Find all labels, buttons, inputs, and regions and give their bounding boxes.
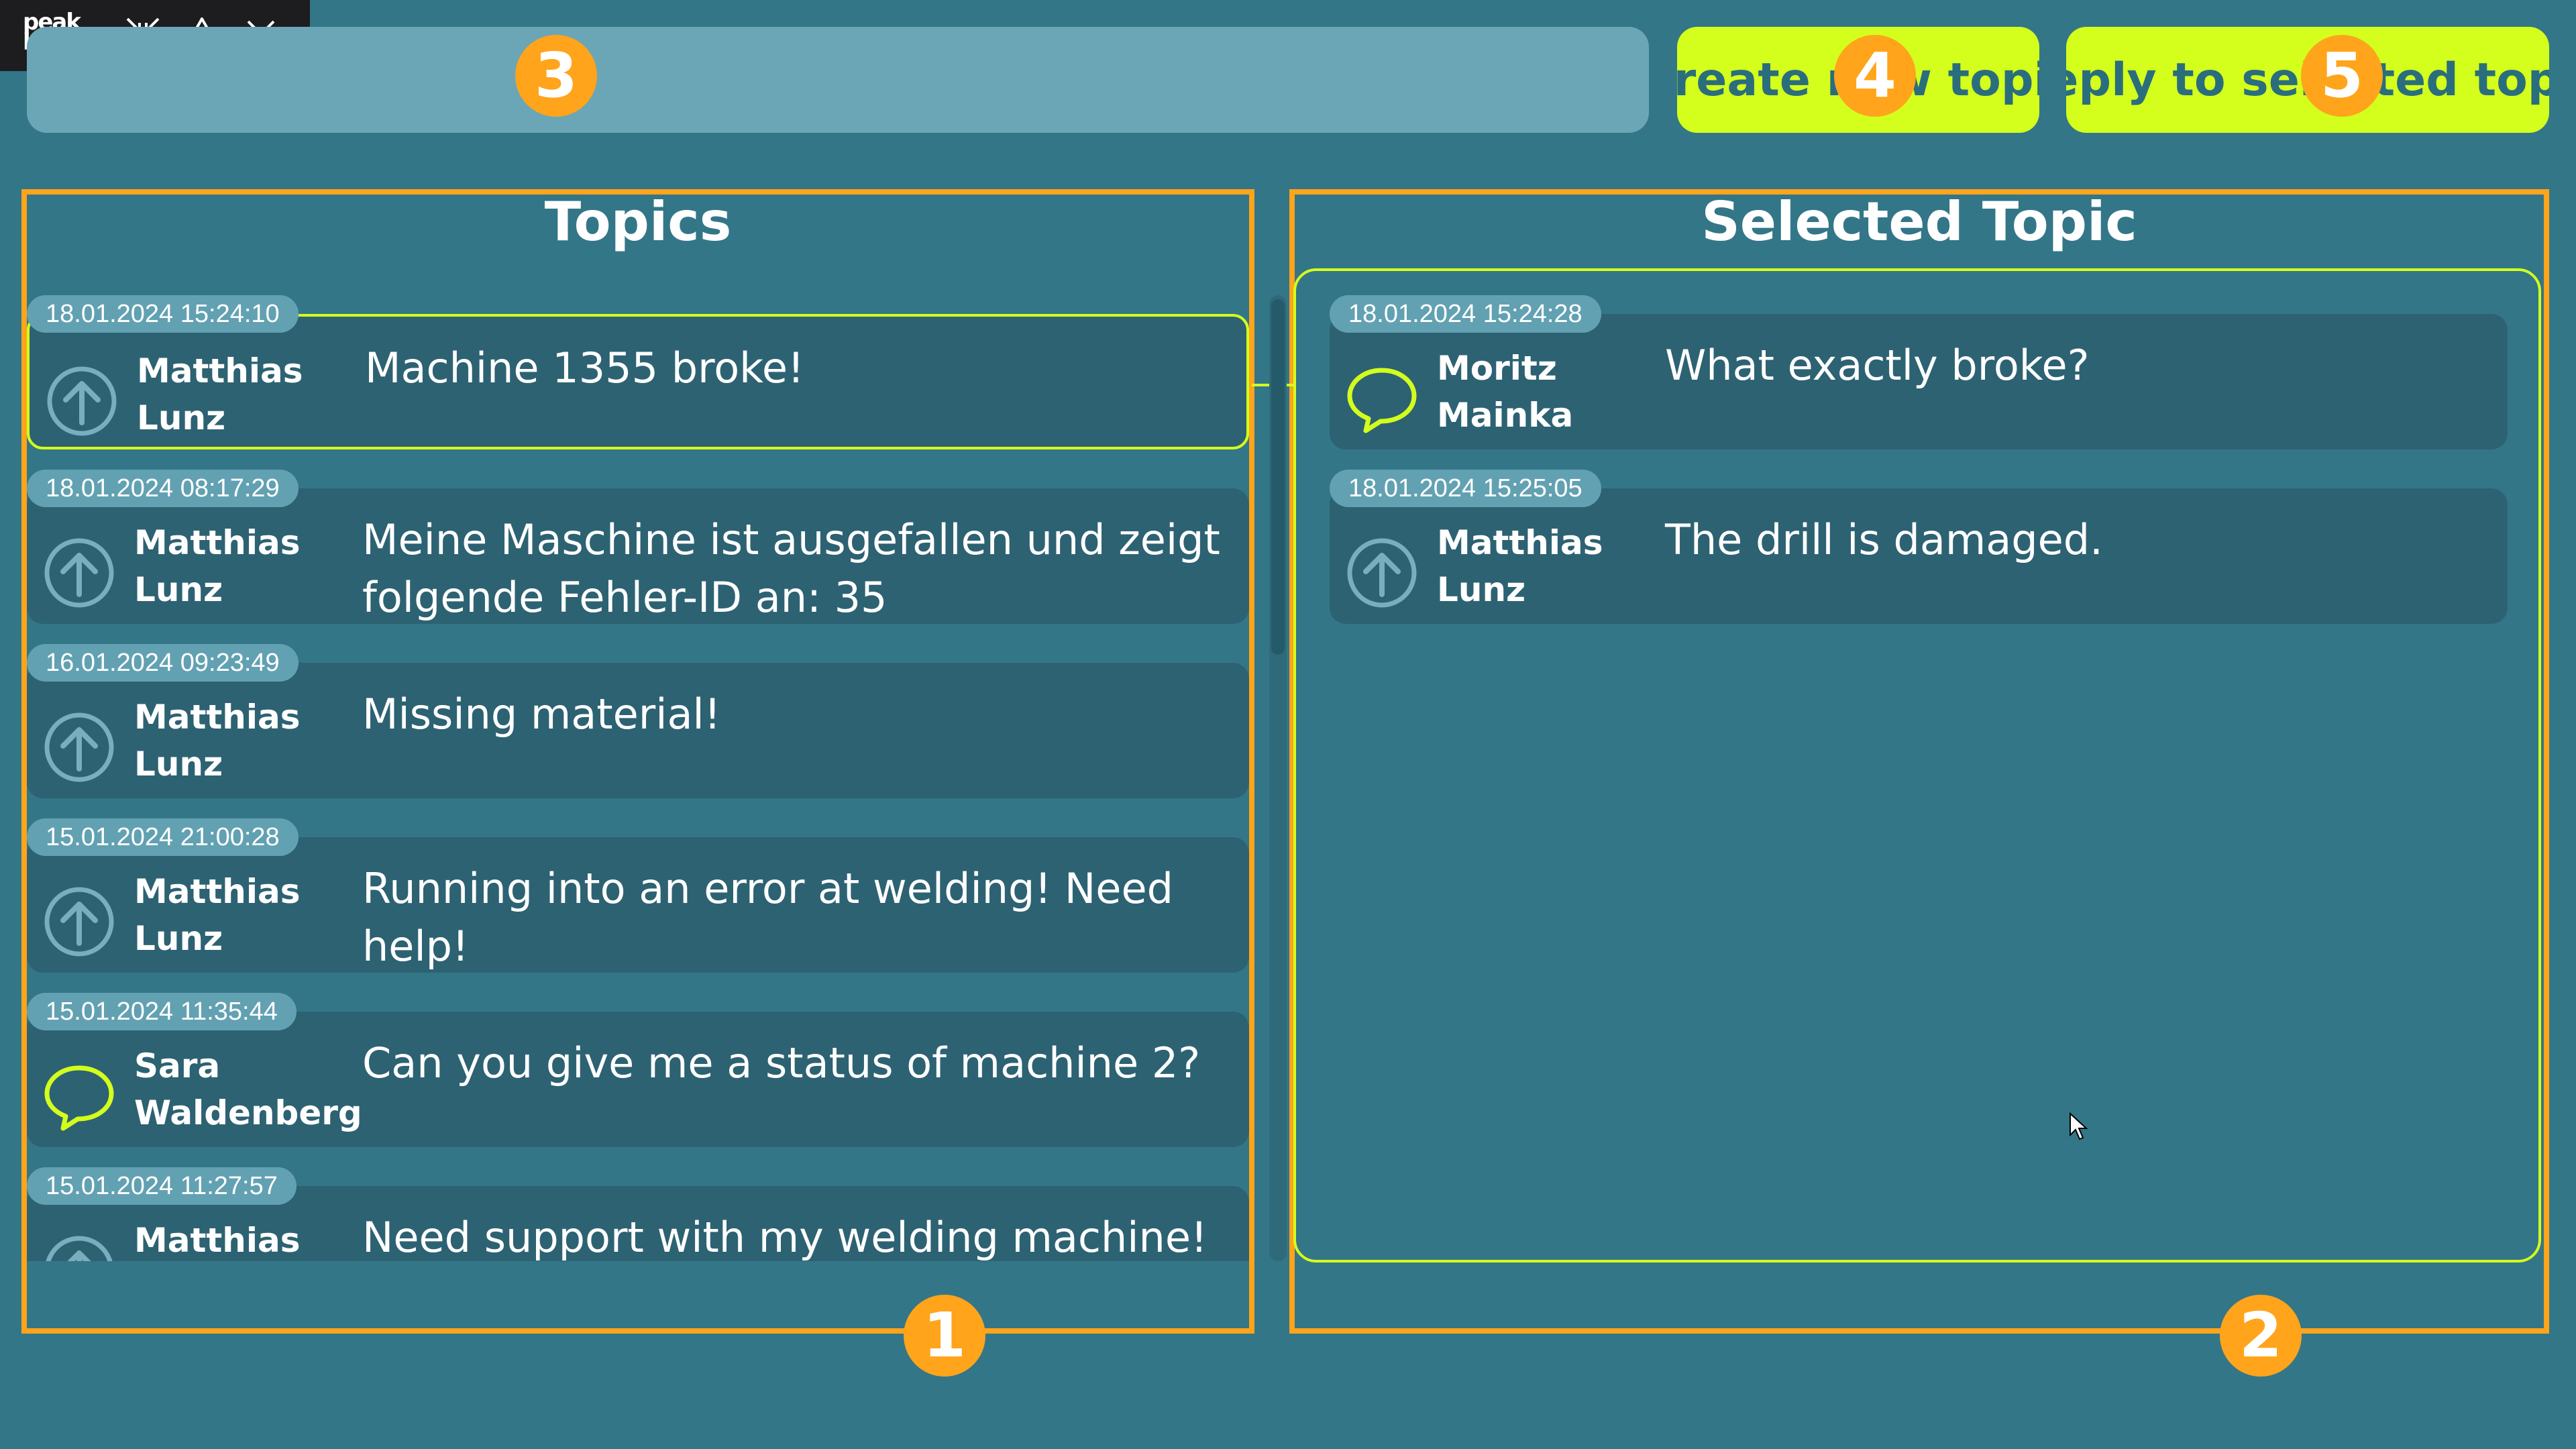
arrow-up-circle-icon [44,712,114,782]
topic-text: Meine Maschine ist ausgefallen und zeigt… [362,515,1220,622]
arrow-up-circle-icon [44,538,114,608]
topic-item-card[interactable]: Matthias Lunz Missing material! [27,663,1249,798]
message-item-card: Matthias Lunz The drill is damaged. [1330,488,2508,624]
topic-item-card[interactable]: Matthias Lunz Meine Maschine ist ausgefal… [27,488,1249,624]
timestamp-badge: 15.01.2024 11:35:44 [27,993,297,1030]
author-name: Matthias Lunz [134,698,301,784]
timestamp-badge: 15.01.2024 11:27:57 [27,1167,297,1205]
timestamp-badge: 18.01.2024 08:17:29 [27,470,299,507]
topic-item[interactable]: Sara Waldenberg Can you give me a status … [27,993,1249,1147]
speech-bubble-icon [1347,368,1417,433]
topic-item-card[interactable]: Sara Waldenberg Can you give me a status … [27,1012,1249,1147]
message-list: Moritz Mainka What exactly broke? 18.01.20… [1330,295,2508,644]
annotation-marker-1: 1 [904,1295,985,1377]
arrow-up-circle-icon [46,1236,113,1261]
timestamp-badge: 18.01.2024 15:25:05 [1330,470,1601,507]
mouse-cursor-icon [2070,1112,2088,1140]
topic-item[interactable]: Matthias Lunz Meine Maschine ist ausgefal… [27,470,1249,624]
topic-text: Need support with my welding machine! Ca… [362,1213,1208,1261]
topic-item[interactable]: Matthias Lunz Need support with my weldin… [27,1167,1249,1261]
author-name: Matthias Lunz [134,872,301,958]
topic-item[interactable]: Matthias Lunz Missing material! 16.01.2024… [27,644,1249,798]
topic-item-card[interactable]: Matthias Lunz Machine 1355 broke! [27,314,1249,449]
annotation-marker-4: 4 [1834,35,1916,117]
topics-list[interactable]: Matthias Lunz Machine 1355 broke! 18.01.20… [27,295,1249,1261]
annotation-marker-5: 5 [2301,35,2383,117]
author-name: Matthias Lunz [1437,523,1603,609]
message-item-card: Moritz Mainka What exactly broke? [1330,314,2508,449]
speech-bubble-icon [44,1065,114,1131]
topic-item[interactable]: Matthias Lunz Running into an error at we… [27,818,1249,973]
topic-text: Missing material! [362,690,721,739]
selected-topic-title: Selected Topic [1701,191,2137,253]
search-input[interactable] [27,27,1649,133]
author-name: Matthias Lunz [134,1221,301,1260]
arrow-up-circle-icon [44,887,114,957]
topic-text: Running into an error at welding! Need h… [362,864,1173,971]
author-name: Sara Waldenberg [134,1046,362,1132]
message-text: What exactly broke? [1665,341,2090,390]
arrow-up-circle-icon [1347,538,1417,608]
timestamp-badge: 15.01.2024 21:00:28 [27,818,299,856]
topic-text: Machine 1355 broke! [365,343,804,392]
topic-item[interactable]: Matthias Lunz Machine 1355 broke! 18.01.20… [27,295,1249,449]
annotation-marker-2: 2 [2220,1295,2302,1377]
topic-text: Can you give me a status of machine 2? [362,1038,1201,1087]
annotation-marker-3: 3 [515,35,597,117]
message-item: Moritz Mainka What exactly broke? 18.01.20… [1330,295,2508,449]
topic-item-card[interactable]: Matthias Lunz Running into an error at we… [27,837,1249,973]
timestamp-badge: 18.01.2024 15:24:10 [27,295,299,333]
author-name: Matthias Lunz [137,352,303,437]
author-name: Matthias Lunz [134,523,301,609]
message-text: The drill is damaged. [1665,515,2103,564]
topics-scrollbar-thumb[interactable] [1271,299,1285,655]
author-name: Moritz Mainka [1437,349,1574,435]
topics-title: Topics [544,191,732,253]
timestamp-badge: 18.01.2024 15:24:28 [1330,295,1601,333]
arrow-up-circle-icon [47,366,117,436]
message-item: Matthias Lunz The drill is damaged. 18.01.… [1330,470,2508,624]
timestamp-badge: 16.01.2024 09:23:49 [27,644,299,682]
